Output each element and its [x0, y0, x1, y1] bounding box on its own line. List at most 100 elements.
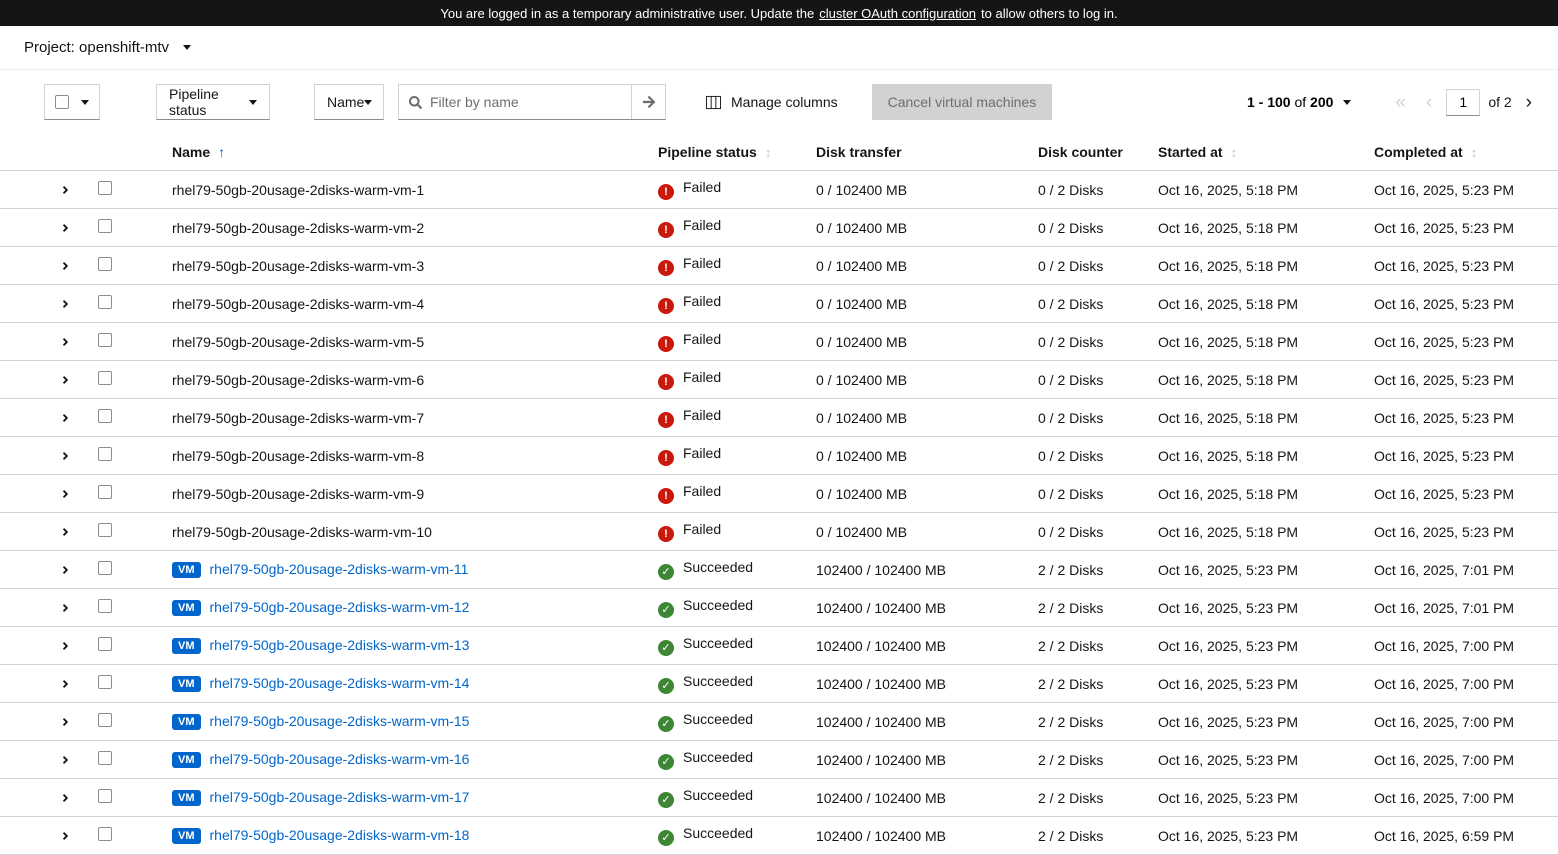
expand-row-button[interactable] [56, 218, 75, 238]
disk-transfer-value: 102400 / 102400 MB [800, 626, 1022, 665]
disk-transfer-value: 0 / 102400 MB [800, 474, 1022, 513]
disk-transfer-value: 102400 / 102400 MB [800, 664, 1022, 703]
vm-table-row: VM rhel79-50gb-20usage-2disks-warm-vm-11 … [0, 550, 1558, 589]
row-checkbox[interactable] [98, 827, 112, 841]
expand-row-button[interactable] [56, 522, 75, 542]
column-header-pipeline-status[interactable]: Pipeline status ↕ [642, 134, 800, 171]
completed-at-value: Oct 16, 2025, 7:00 PM [1358, 778, 1558, 817]
pagination-range: 1 - 100 [1246, 94, 1291, 110]
pipeline-status-text: Succeeded [683, 559, 754, 576]
disk-transfer-value: 102400 / 102400 MB [800, 778, 1022, 817]
angle-right-icon [63, 603, 68, 612]
vm-name[interactable]: rhel79-50gb-20usage-2disks-warm-vm-12 [210, 599, 470, 615]
row-checkbox[interactable] [98, 447, 112, 461]
current-page-input[interactable] [1446, 88, 1481, 116]
first-page-button[interactable]: « [1385, 93, 1416, 112]
vm-name[interactable]: rhel79-50gb-20usage-2disks-warm-vm-13 [210, 637, 470, 653]
row-checkbox[interactable] [98, 181, 112, 195]
expand-row-button[interactable] [56, 560, 75, 580]
expand-row-button[interactable] [56, 598, 75, 618]
sort-icon[interactable]: ↕ [1231, 145, 1238, 160]
expand-row-button[interactable] [56, 674, 75, 694]
row-checkbox[interactable] [98, 637, 112, 651]
row-checkbox[interactable] [98, 295, 112, 309]
vm-name[interactable]: rhel79-50gb-20usage-2disks-warm-vm-16 [210, 751, 470, 767]
project-selector-label: Project: openshift-mtv [24, 39, 170, 56]
previous-page-button[interactable]: ‹ [1416, 93, 1442, 112]
row-checkbox[interactable] [98, 485, 112, 499]
manage-columns-button[interactable]: Manage columns [706, 94, 838, 110]
sort-ascending-icon[interactable]: ↑ [218, 144, 225, 160]
banner-text-before: You are logged in as a temporary adminis… [440, 5, 815, 21]
expand-row-button[interactable] [56, 636, 75, 656]
table-header-row: Name ↑ Pipeline status ↕ Disk transfer Dis… [0, 134, 1558, 171]
expand-row-button[interactable] [56, 788, 75, 808]
row-checkbox[interactable] [98, 333, 112, 347]
select-all-checkbox[interactable] [55, 95, 69, 109]
project-selector[interactable]: Project: openshift-mtv [24, 39, 192, 56]
angle-right-icon [63, 489, 68, 498]
completed-at-value: Oct 16, 2025, 7:00 PM [1358, 702, 1558, 741]
column-header-name[interactable]: Name ↑ [156, 134, 642, 171]
row-checkbox[interactable] [98, 751, 112, 765]
started-at-value: Oct 16, 2025, 5:23 PM [1142, 702, 1358, 741]
expand-row-button[interactable] [56, 332, 75, 352]
sort-icon[interactable]: ↕ [1471, 145, 1478, 160]
vm-name[interactable]: rhel79-50gb-20usage-2disks-warm-vm-18 [210, 827, 470, 843]
row-checkbox[interactable] [98, 561, 112, 575]
row-checkbox[interactable] [98, 599, 112, 613]
disk-counter-value: 0 / 2 Disks [1022, 208, 1142, 247]
column-header-started-at[interactable]: Started at ↕ [1142, 134, 1358, 171]
pipeline-status-filter-label: Pipeline status [169, 86, 219, 118]
expand-row-button[interactable] [56, 750, 75, 770]
filter-by-name-group [398, 84, 666, 120]
sort-icon[interactable]: ↕ [765, 145, 772, 160]
cluster-oauth-configuration-link[interactable]: cluster OAuth configuration [819, 6, 976, 21]
vm-name[interactable]: rhel79-50gb-20usage-2disks-warm-vm-14 [210, 675, 470, 691]
vm-kind-badge: VM [172, 790, 201, 806]
row-checkbox[interactable] [98, 409, 112, 423]
disk-transfer-value: 102400 / 102400 MB [800, 588, 1022, 627]
row-checkbox[interactable] [98, 675, 112, 689]
name-filter-dropdown[interactable]: Name [314, 84, 384, 120]
expand-row-button[interactable] [56, 294, 75, 314]
filter-by-name-input[interactable] [428, 93, 631, 111]
vm-name[interactable]: rhel79-50gb-20usage-2disks-warm-vm-17 [210, 789, 470, 805]
vm-kind-badge: VM [172, 600, 201, 616]
expand-row-button[interactable] [56, 484, 75, 504]
pipeline-status-filter-dropdown[interactable]: Pipeline status [156, 84, 270, 120]
completed-at-value: Oct 16, 2025, 7:01 PM [1358, 550, 1558, 589]
completed-at-value: Oct 16, 2025, 5:23 PM [1358, 474, 1558, 513]
cancel-virtual-machines-button[interactable]: Cancel virtual machines [871, 84, 1053, 120]
expand-row-button[interactable] [56, 180, 75, 200]
chevron-down-icon [183, 45, 192, 50]
completed-at-value: Oct 16, 2025, 5:23 PM [1358, 436, 1558, 475]
expand-row-button[interactable] [56, 370, 75, 390]
column-header-completed-at[interactable]: Completed at ↕ [1358, 134, 1558, 171]
pipeline-status-text: Succeeded [683, 711, 754, 728]
angle-right-icon [63, 755, 68, 764]
expand-row-button[interactable] [56, 256, 75, 276]
next-page-button[interactable]: › [1516, 93, 1542, 112]
row-checkbox[interactable] [98, 713, 112, 727]
search-submit-button[interactable] [631, 85, 665, 119]
row-checkbox[interactable] [98, 523, 112, 537]
completed-at-value: Oct 16, 2025, 5:23 PM [1358, 284, 1558, 323]
row-checkbox[interactable] [98, 371, 112, 385]
row-checkbox[interactable] [98, 789, 112, 803]
row-checkbox[interactable] [98, 219, 112, 233]
row-checkbox[interactable] [98, 257, 112, 271]
check-circle-icon: ✓ [658, 715, 674, 732]
vm-name[interactable]: rhel79-50gb-20usage-2disks-warm-vm-15 [210, 713, 470, 729]
disk-transfer-value: 0 / 102400 MB [800, 360, 1022, 399]
bulk-select-dropdown[interactable] [44, 84, 100, 120]
completed-at-value: Oct 16, 2025, 5:23 PM [1358, 512, 1558, 551]
expand-row-button[interactable] [56, 712, 75, 732]
check-circle-icon: ✓ [658, 639, 674, 656]
vm-table-row: VM rhel79-50gb-20usage-2disks-warm-vm-17 … [0, 778, 1558, 817]
expand-row-button[interactable] [56, 446, 75, 466]
expand-row-button[interactable] [56, 408, 75, 428]
vm-name[interactable]: rhel79-50gb-20usage-2disks-warm-vm-11 [210, 561, 469, 577]
pagination-menu-toggle[interactable]: 1 - 100 of 200 [1239, 94, 1359, 110]
vm-table-row: VM rhel79-50gb-20usage-2disks-warm-vm-16 … [0, 740, 1558, 779]
